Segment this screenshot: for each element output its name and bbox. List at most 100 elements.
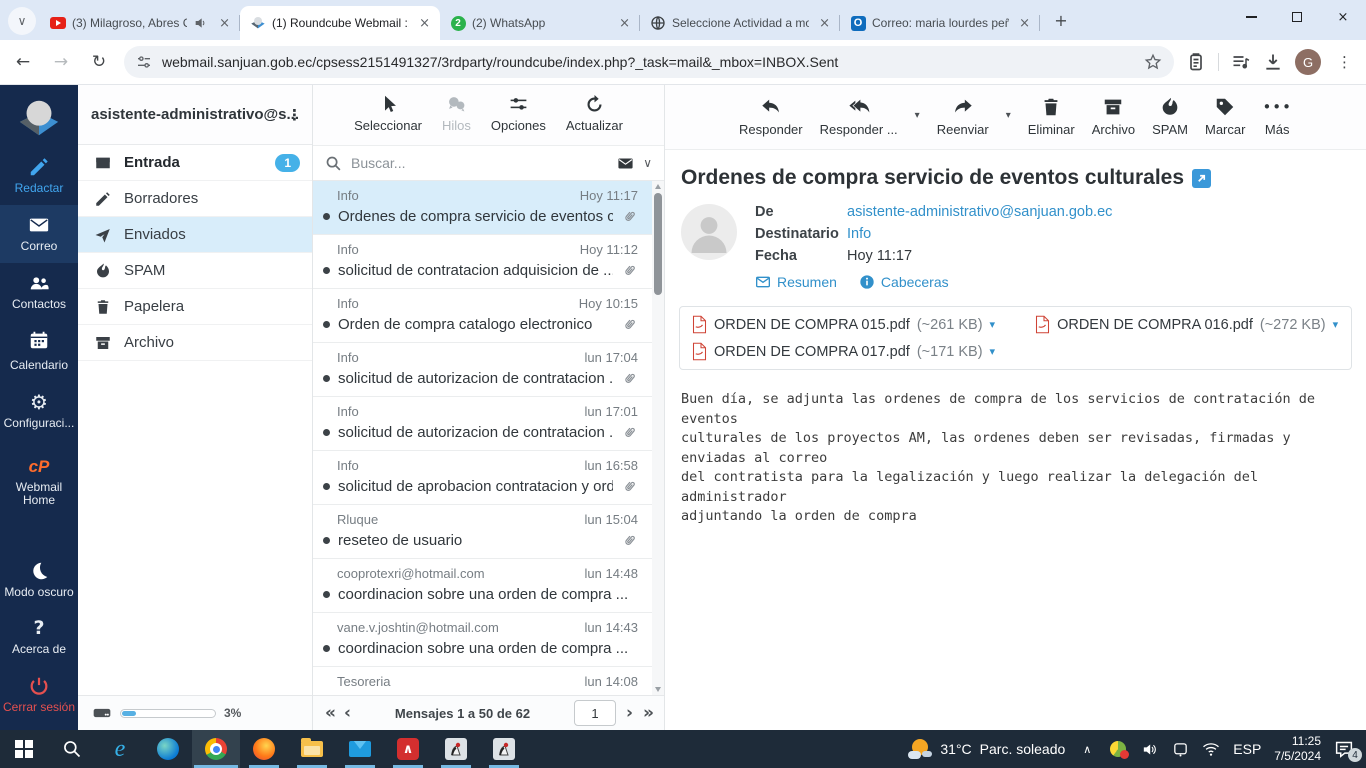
message-row[interactable]: Tesoreria lun 14:08: [313, 667, 664, 695]
taskbar-firefox[interactable]: [240, 730, 288, 768]
download-icon[interactable]: [1263, 52, 1283, 72]
attachment-menu-caret-icon[interactable]: ▾: [990, 345, 996, 358]
wireless-display-icon[interactable]: [1171, 741, 1189, 758]
open-in-new-window-icon[interactable]: [1192, 168, 1212, 188]
reading-list-icon[interactable]: [1231, 52, 1251, 72]
scroll-down-icon[interactable]: [655, 687, 661, 692]
sidebar-item-correo[interactable]: Correo: [0, 204, 78, 263]
url-text[interactable]: webmail.sanjuan.gob.ec/cpsess2151491327/…: [162, 54, 1134, 70]
folder-entrada[interactable]: Entrada 1: [78, 145, 312, 181]
wifi-icon[interactable]: [1202, 740, 1220, 758]
archive-button[interactable]: Archivo: [1092, 96, 1135, 137]
list-scrollbar[interactable]: [652, 181, 664, 695]
tab-close-icon[interactable]: ×: [1015, 15, 1034, 32]
attachment-item[interactable]: ORDEN DE COMPRA 015.pdf (~261 KB) ▾: [692, 315, 995, 334]
tab-search-button[interactable]: ∨: [8, 7, 36, 35]
tab-youtube[interactable]: (3) Milagroso, Abres Can ×: [40, 6, 240, 40]
delete-button[interactable]: Eliminar: [1028, 96, 1075, 137]
taskbar-search-button[interactable]: [48, 730, 96, 768]
more-button[interactable]: ••• Más: [1262, 96, 1292, 137]
sidebar-item-webmail-home[interactable]: cP Webmail Home: [0, 448, 78, 517]
sidebar-item-configuracion[interactable]: ⚙ Configuraci...: [0, 382, 78, 440]
scroll-up-icon[interactable]: [655, 184, 661, 189]
sidebar-item-calendario[interactable]: Calendario: [0, 320, 78, 382]
tab-close-icon[interactable]: ×: [615, 15, 634, 32]
tab-close-icon[interactable]: ×: [815, 15, 834, 32]
forward-caret-icon[interactable]: ▾: [1006, 110, 1011, 121]
options-button[interactable]: Opciones: [491, 94, 546, 133]
next-page-button[interactable]: ›: [626, 703, 633, 723]
sidebar-item-cerrar-sesion[interactable]: Cerrar sesión: [0, 666, 78, 724]
headers-link[interactable]: Cabeceras: [859, 274, 949, 290]
keyboard-language[interactable]: ESP: [1233, 741, 1261, 757]
attachment-item[interactable]: ORDEN DE COMPRA 016.pdf (~272 KB) ▾: [1035, 315, 1338, 334]
taskbar-mail[interactable]: [336, 730, 384, 768]
attachment-name[interactable]: ORDEN DE COMPRA 016.pdf: [1057, 317, 1253, 333]
message-row[interactable]: Info Hoy 11:12 solicitud de contratacion …: [313, 235, 664, 289]
search-scope-mail-icon[interactable]: [617, 155, 634, 172]
folder-borradores[interactable]: Borradores: [78, 181, 312, 217]
tray-expand-chevron-icon[interactable]: ∧: [1078, 743, 1096, 756]
taskbar-file-explorer[interactable]: [288, 730, 336, 768]
tab-roundcube-active[interactable]: (1) Roundcube Webmail :: En ×: [240, 6, 440, 40]
tab-outlook[interactable]: O Correo: maria lourdes peñafi ×: [840, 6, 1040, 40]
reply-all-button[interactable]: Responder ...: [820, 96, 898, 137]
forward-button[interactable]: →: [48, 52, 74, 72]
minimize-button[interactable]: [1228, 0, 1274, 34]
taskbar-internet-explorer[interactable]: e: [96, 730, 144, 768]
address-bar[interactable]: webmail.sanjuan.gob.ec/cpsess2151491327/…: [124, 46, 1174, 78]
tab-audio-speaker-icon[interactable]: [193, 15, 209, 31]
start-button[interactable]: [0, 730, 48, 768]
taskbar-java-app-1[interactable]: [432, 730, 480, 768]
attachment-menu-caret-icon[interactable]: ▾: [990, 318, 996, 331]
search-input[interactable]: [351, 155, 609, 171]
reload-button[interactable]: ↻: [86, 52, 112, 72]
summary-link[interactable]: Resumen: [755, 274, 837, 290]
current-page-input[interactable]: 1: [574, 700, 616, 726]
sidebar-item-contactos[interactable]: Contactos: [0, 263, 78, 321]
tab-actividad[interactable]: Seleccione Actividad a modi ×: [640, 6, 840, 40]
to-address-link[interactable]: Info: [847, 226, 1112, 242]
message-row[interactable]: vane.v.joshtin@hotmail.com lun 14:43 coor…: [313, 613, 664, 667]
sidebar-item-acerca-de[interactable]: ? Acerca de: [0, 609, 78, 667]
refresh-button[interactable]: Actualizar: [566, 94, 623, 133]
threads-button[interactable]: Hilos: [442, 94, 471, 133]
taskbar-chrome-active[interactable]: [192, 730, 240, 768]
message-row[interactable]: Info lun 17:01 solicitud de autorizacion …: [313, 397, 664, 451]
message-row[interactable]: Rluque lun 15:04 reseteo de usuario: [313, 505, 664, 559]
site-settings-icon[interactable]: [136, 54, 152, 70]
new-tab-button[interactable]: +: [1048, 7, 1074, 33]
folder-spam[interactable]: SPAM: [78, 253, 312, 289]
tab-close-icon[interactable]: ×: [415, 15, 434, 32]
forward-button[interactable]: Reenviar: [937, 96, 989, 137]
folder-archivo[interactable]: Archivo: [78, 325, 312, 361]
message-row[interactable]: Info lun 16:58 solicitud de aprobacion co…: [313, 451, 664, 505]
weather-widget[interactable]: 31°C Parc. soleado: [908, 739, 1065, 759]
select-button[interactable]: Seleccionar: [354, 94, 422, 133]
tab-whatsapp[interactable]: 2 (2) WhatsApp ×: [440, 6, 640, 40]
maximize-button[interactable]: [1274, 0, 1320, 34]
message-row[interactable]: Info Hoy 11:17 Ordenes de compra servicio…: [313, 181, 664, 235]
search-options-chevron-icon[interactable]: ∨: [643, 156, 652, 170]
sidebar-item-redactar[interactable]: Redactar: [0, 147, 78, 205]
volume-icon[interactable]: [1140, 741, 1158, 758]
account-header[interactable]: asistente-administrativo@s... ⋮: [78, 85, 312, 145]
from-address-link[interactable]: asistente-administrativo@sanjuan.gob.ec: [847, 204, 1112, 220]
message-row[interactable]: Info Hoy 10:15 Orden de compra catalogo e…: [313, 289, 664, 343]
attachment-name[interactable]: ORDEN DE COMPRA 017.pdf: [714, 344, 910, 360]
folder-enviados-selected[interactable]: Enviados: [78, 217, 312, 253]
bookmark-star-icon[interactable]: [1144, 53, 1162, 71]
attachment-menu-caret-icon[interactable]: ▾: [1333, 318, 1339, 331]
account-menu-icon[interactable]: ⋮: [287, 106, 302, 124]
folder-papelera[interactable]: Papelera: [78, 289, 312, 325]
attachment-name[interactable]: ORDEN DE COMPRA 015.pdf: [714, 317, 910, 333]
first-page-button[interactable]: «: [325, 703, 336, 723]
taskbar-edge[interactable]: [144, 730, 192, 768]
reply-button[interactable]: Responder: [739, 96, 803, 137]
prev-page-button[interactable]: ‹: [344, 703, 351, 723]
mark-button[interactable]: Marcar: [1205, 96, 1245, 137]
action-center-button[interactable]: 4: [1334, 740, 1362, 762]
taskbar-clock[interactable]: 11:25 7/5/2024: [1274, 734, 1321, 764]
message-row[interactable]: Info lun 17:04 solicitud de autorizacion …: [313, 343, 664, 397]
taskbar-java-app-2[interactable]: [480, 730, 528, 768]
